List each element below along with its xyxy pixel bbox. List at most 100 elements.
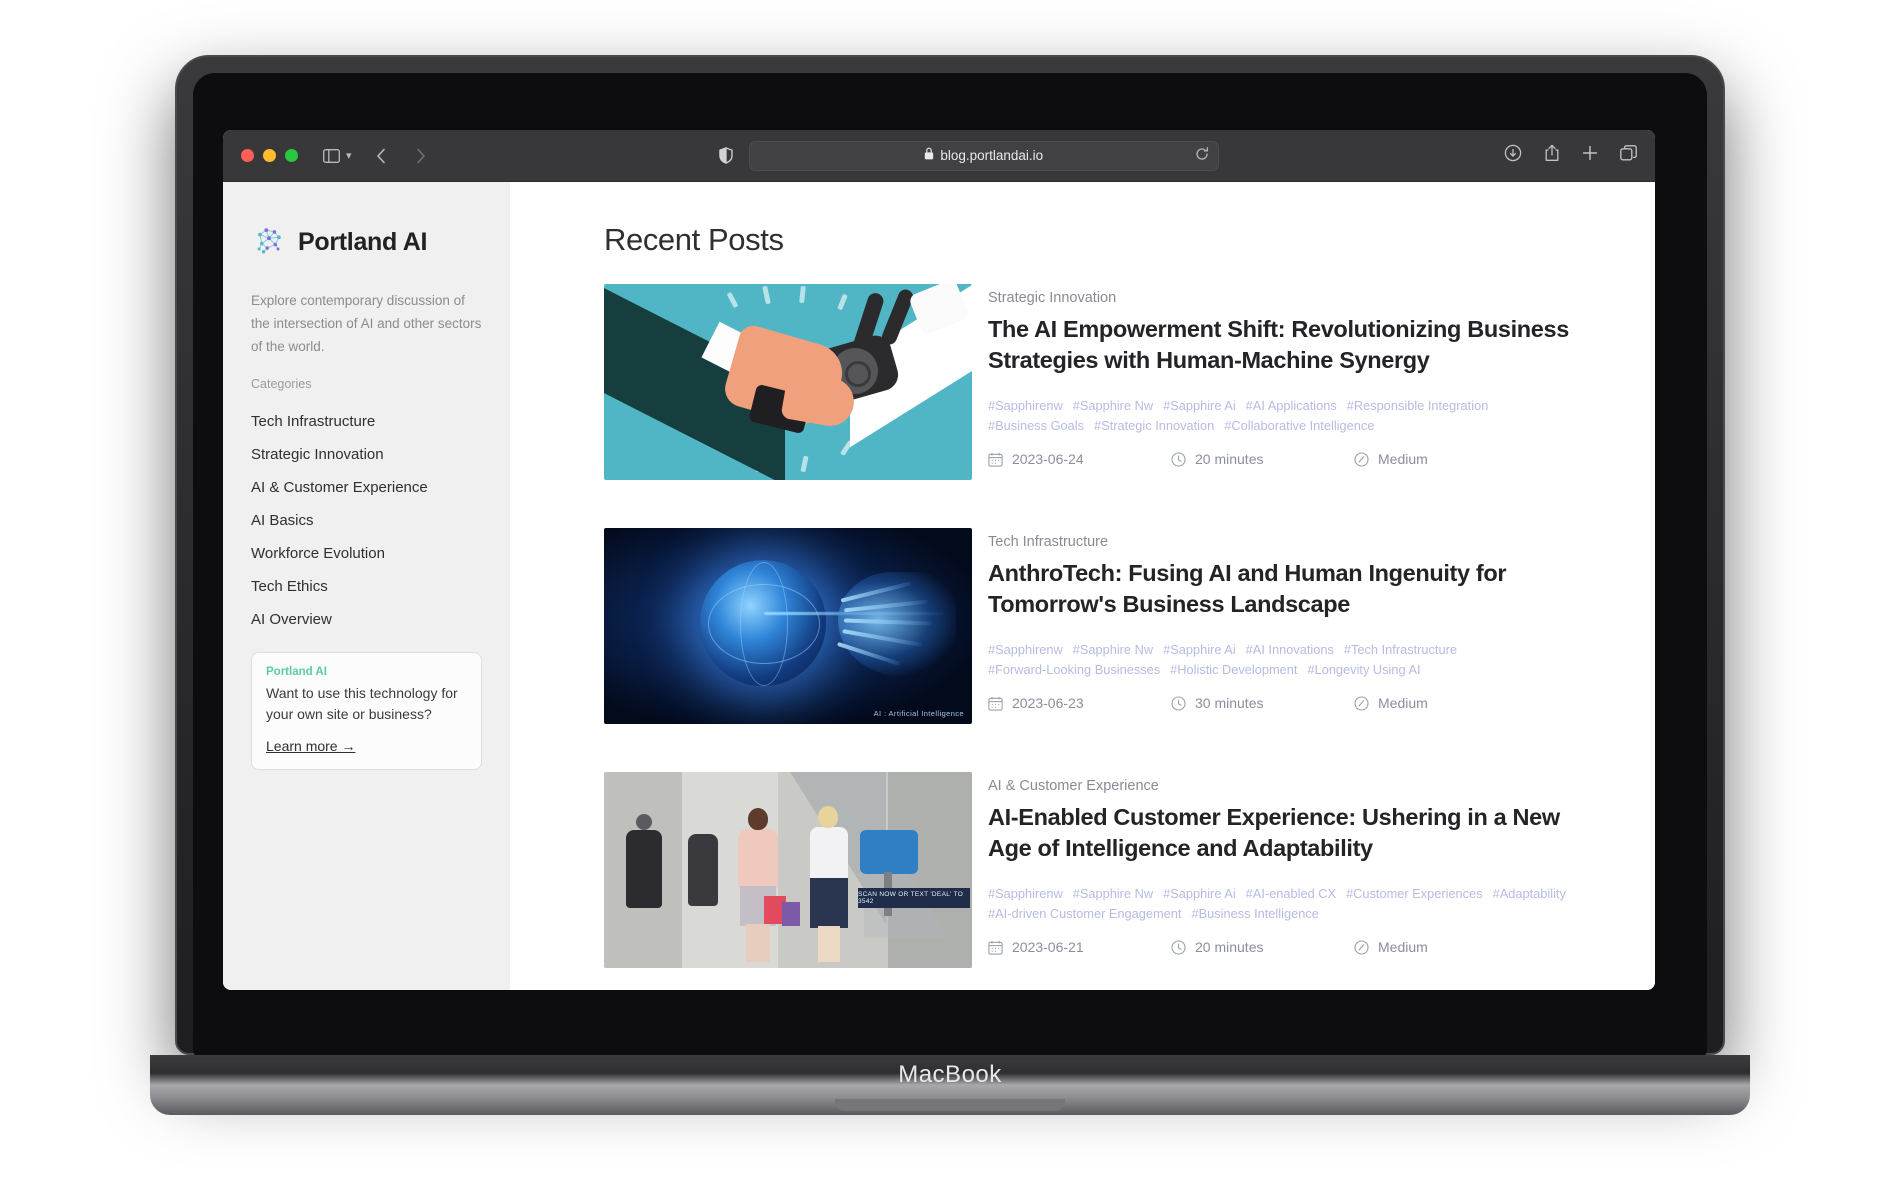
tag[interactable]: #Sapphire Ai bbox=[1163, 886, 1236, 901]
thumbnail-caption: AI : Artificial Intelligence bbox=[873, 709, 964, 718]
post-category[interactable]: Tech Infrastructure bbox=[988, 534, 1593, 550]
post-list-item: Strategic Innovation The AI Empowerment … bbox=[604, 284, 1593, 480]
maximize-window-button[interactable] bbox=[285, 149, 298, 162]
tag[interactable]: #Adaptability bbox=[1493, 886, 1566, 901]
tag[interactable]: #Sapphirenw bbox=[988, 642, 1063, 657]
sidebar-item-strategic-innovation[interactable]: Strategic Innovation bbox=[251, 438, 482, 471]
post-meta: 2023-06-23 30 minutes Medium bbox=[988, 695, 1593, 711]
calendar-icon bbox=[988, 696, 1003, 711]
glowing-globe-and-digital-hand-illustration[interactable]: AI : Artificial Intelligence bbox=[604, 528, 972, 724]
browser-toolbar: ▾ blog.portlandai.io bbox=[223, 130, 1655, 182]
post-date-text: 2023-06-24 bbox=[1012, 451, 1084, 468]
post-difficulty-text: Medium bbox=[1378, 939, 1428, 956]
promo-text: Want to use this technology for your own… bbox=[266, 684, 458, 723]
clock-icon bbox=[1171, 695, 1186, 711]
tag[interactable]: #AI Innovations bbox=[1246, 642, 1334, 657]
sidebar-item-tech-infrastructure[interactable]: Tech Infrastructure bbox=[251, 405, 482, 438]
clock-icon bbox=[1171, 939, 1186, 955]
close-window-button[interactable] bbox=[241, 149, 254, 162]
minimize-window-button[interactable] bbox=[263, 149, 276, 162]
clock-icon bbox=[1171, 451, 1186, 467]
tag[interactable]: #Customer Experiences bbox=[1346, 886, 1483, 901]
reload-icon[interactable] bbox=[1195, 147, 1209, 164]
brand[interactable]: Portland AI bbox=[251, 222, 482, 263]
retail-store-shoppers-photo[interactable]: SCAN NOW OR TEXT 'DEAL' TO 3542 bbox=[604, 772, 972, 968]
post-date: 2023-06-21 bbox=[988, 939, 1171, 955]
tag[interactable]: #Sapphire Nw bbox=[1073, 642, 1153, 657]
tag[interactable]: #Sapphire Nw bbox=[1073, 886, 1153, 901]
tag[interactable]: #Strategic Innovation bbox=[1094, 418, 1214, 433]
gauge-icon bbox=[1354, 695, 1369, 711]
post-difficulty-text: Medium bbox=[1378, 695, 1428, 712]
post-duration: 20 minutes bbox=[1171, 451, 1354, 467]
post-list-item: AI : Artificial Intelligence Tech Infras… bbox=[604, 528, 1593, 724]
post-difficulty: Medium bbox=[1354, 451, 1537, 467]
post-date-text: 2023-06-23 bbox=[1012, 695, 1084, 712]
tag[interactable]: #Forward-Looking Businesses bbox=[988, 662, 1160, 677]
post-category[interactable]: Strategic Innovation bbox=[988, 290, 1593, 306]
post-duration-text: 20 minutes bbox=[1195, 939, 1264, 956]
post-difficulty-text: Medium bbox=[1378, 451, 1428, 468]
promo-card: Portland AI Want to use this technology … bbox=[251, 651, 482, 771]
back-arrow-icon[interactable] bbox=[368, 143, 394, 169]
url-text: blog.portlandai.io bbox=[940, 148, 1044, 163]
tag[interactable]: #Holistic Development bbox=[1170, 662, 1297, 677]
brand-name: Portland AI bbox=[298, 228, 428, 256]
sidebar-item-tech-ethics[interactable]: Tech Ethics bbox=[251, 570, 482, 603]
tag[interactable]: #AI-driven Customer Engagement bbox=[988, 906, 1181, 921]
brain-network-logo-icon bbox=[251, 222, 287, 263]
tag[interactable]: #AI Applications bbox=[1246, 398, 1337, 413]
categories-heading: Categories bbox=[251, 376, 312, 391]
tag[interactable]: #Collaborative Intelligence bbox=[1224, 418, 1374, 433]
window-controls[interactable] bbox=[241, 149, 298, 162]
post-date-text: 2023-06-21 bbox=[1012, 939, 1084, 956]
tag[interactable]: #Business Goals bbox=[988, 418, 1084, 433]
sidebar-item-ai-customer-experience[interactable]: AI & Customer Experience bbox=[251, 471, 482, 504]
device-label: MacBook bbox=[898, 1061, 1002, 1088]
post-date: 2023-06-23 bbox=[988, 695, 1171, 711]
plus-icon[interactable] bbox=[1582, 145, 1598, 166]
share-icon[interactable] bbox=[1544, 144, 1560, 167]
privacy-shield-icon[interactable] bbox=[719, 147, 733, 164]
tag[interactable]: #Longevity Using AI bbox=[1307, 662, 1420, 677]
toolbar-actions bbox=[1504, 144, 1637, 167]
tag[interactable]: #Sapphirenw bbox=[988, 398, 1063, 413]
post-date: 2023-06-24 bbox=[988, 451, 1171, 467]
post-title[interactable]: AI-Enabled Customer Experience: Ushering… bbox=[988, 802, 1593, 864]
tag[interactable]: #Responsible Integration bbox=[1347, 398, 1489, 413]
sidebar-item-ai-overview[interactable]: AI Overview bbox=[251, 603, 482, 636]
forward-arrow-icon[interactable] bbox=[408, 143, 434, 169]
tag[interactable]: #Business Intelligence bbox=[1191, 906, 1318, 921]
post-difficulty: Medium bbox=[1354, 939, 1537, 955]
human-robot-handshake-illustration[interactable] bbox=[604, 284, 972, 480]
post-duration: 30 minutes bbox=[1171, 695, 1354, 711]
categories-list: Tech Infrastructure Strategic Innovation… bbox=[251, 405, 482, 636]
sidebar-item-workforce-evolution[interactable]: Workforce Evolution bbox=[251, 537, 482, 570]
main-content: Recent Posts Strategic Innovation The AI… bbox=[510, 182, 1655, 990]
post-title[interactable]: The AI Empowerment Shift: Revolutionizin… bbox=[988, 314, 1593, 376]
post-duration: 20 minutes bbox=[1171, 939, 1354, 955]
post-category[interactable]: AI & Customer Experience bbox=[988, 778, 1593, 794]
tab-overview-icon[interactable] bbox=[1620, 144, 1637, 167]
post-tags: #Sapphirenw #Sapphire Nw #Sapphire Ai #A… bbox=[988, 642, 1588, 677]
chevron-down-icon[interactable]: ▾ bbox=[346, 149, 352, 162]
download-icon[interactable] bbox=[1504, 144, 1522, 167]
tag[interactable]: #AI-enabled CX bbox=[1246, 886, 1336, 901]
tag[interactable]: #Sapphire Nw bbox=[1073, 398, 1153, 413]
learn-more-link[interactable]: Learn more → bbox=[266, 738, 467, 754]
page-content: Portland AI Explore contemporary discuss… bbox=[223, 182, 1655, 990]
sidebar-item-ai-basics[interactable]: AI Basics bbox=[251, 504, 482, 537]
tag[interactable]: #Sapphire Ai bbox=[1163, 642, 1236, 657]
sidebar: Portland AI Explore contemporary discuss… bbox=[223, 182, 510, 990]
post-difficulty: Medium bbox=[1354, 695, 1537, 711]
sidebar-toggle-icon[interactable] bbox=[318, 143, 344, 169]
post-duration-text: 20 minutes bbox=[1195, 451, 1264, 468]
address-bar[interactable]: blog.portlandai.io bbox=[748, 140, 1219, 171]
tag[interactable]: #Tech Infrastructure bbox=[1344, 642, 1457, 657]
calendar-icon bbox=[988, 452, 1003, 467]
tag[interactable]: #Sapphire Ai bbox=[1163, 398, 1236, 413]
navigation-buttons[interactable] bbox=[368, 143, 434, 169]
post-list-item: SCAN NOW OR TEXT 'DEAL' TO 3542 AI & Cus… bbox=[604, 772, 1593, 968]
post-title[interactable]: AnthroTech: Fusing AI and Human Ingenuit… bbox=[988, 558, 1593, 620]
tag[interactable]: #Sapphirenw bbox=[988, 886, 1063, 901]
